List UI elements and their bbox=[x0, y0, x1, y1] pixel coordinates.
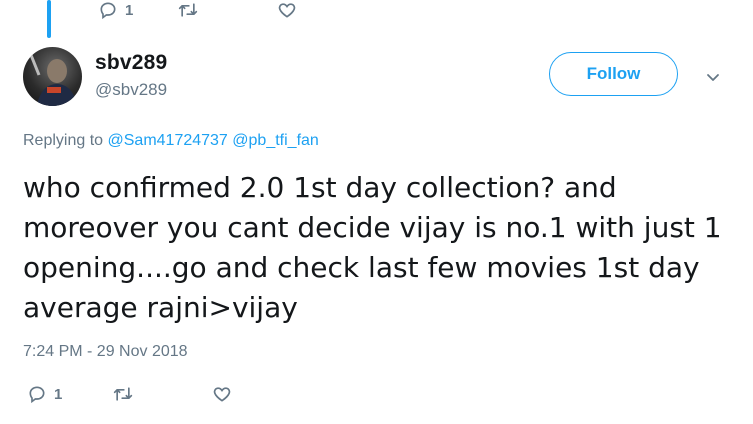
previous-tweet-actions: 1 bbox=[98, 0, 297, 20]
reply-count: 1 bbox=[54, 385, 63, 403]
mention-link[interactable]: @Sam41724737 bbox=[108, 132, 228, 149]
tweet-page: 1 sbv289 @sbv289 Follow Replying to @Sam… bbox=[0, 0, 753, 424]
reply-icon bbox=[98, 0, 118, 20]
reply-button[interactable]: 1 bbox=[27, 384, 62, 404]
display-name[interactable]: sbv289 bbox=[95, 51, 167, 75]
tweet-actions: 1 bbox=[27, 383, 232, 405]
previous-like-button[interactable] bbox=[277, 0, 297, 20]
thread-line bbox=[47, 0, 51, 38]
previous-reply-button[interactable]: 1 bbox=[98, 0, 133, 20]
mention-link[interactable]: @pb_tfi_fan bbox=[232, 132, 319, 149]
replying-to-line: Replying to @Sam41724737 @pb_tfi_fan bbox=[23, 132, 319, 150]
tweet-timestamp[interactable]: 7:24 PM - 29 Nov 2018 bbox=[23, 343, 188, 361]
follow-button[interactable]: Follow bbox=[549, 52, 678, 96]
previous-retweet-button[interactable] bbox=[177, 0, 199, 20]
chevron-down-icon[interactable] bbox=[704, 68, 722, 86]
user-handle[interactable]: @sbv289 bbox=[95, 80, 167, 100]
avatar[interactable] bbox=[23, 47, 82, 106]
replying-to-label: Replying to bbox=[23, 132, 104, 149]
retweet-icon bbox=[112, 384, 134, 404]
tweet-text: who confirmed 2.0 1st day collection? an… bbox=[23, 171, 722, 324]
like-button[interactable] bbox=[212, 384, 232, 404]
reply-icon bbox=[27, 384, 47, 404]
avatar-image bbox=[29, 54, 77, 106]
previous-reply-count: 1 bbox=[125, 1, 134, 19]
like-icon bbox=[212, 384, 232, 404]
retweet-icon bbox=[177, 0, 199, 20]
retweet-button[interactable] bbox=[112, 384, 134, 404]
like-icon bbox=[277, 0, 297, 20]
